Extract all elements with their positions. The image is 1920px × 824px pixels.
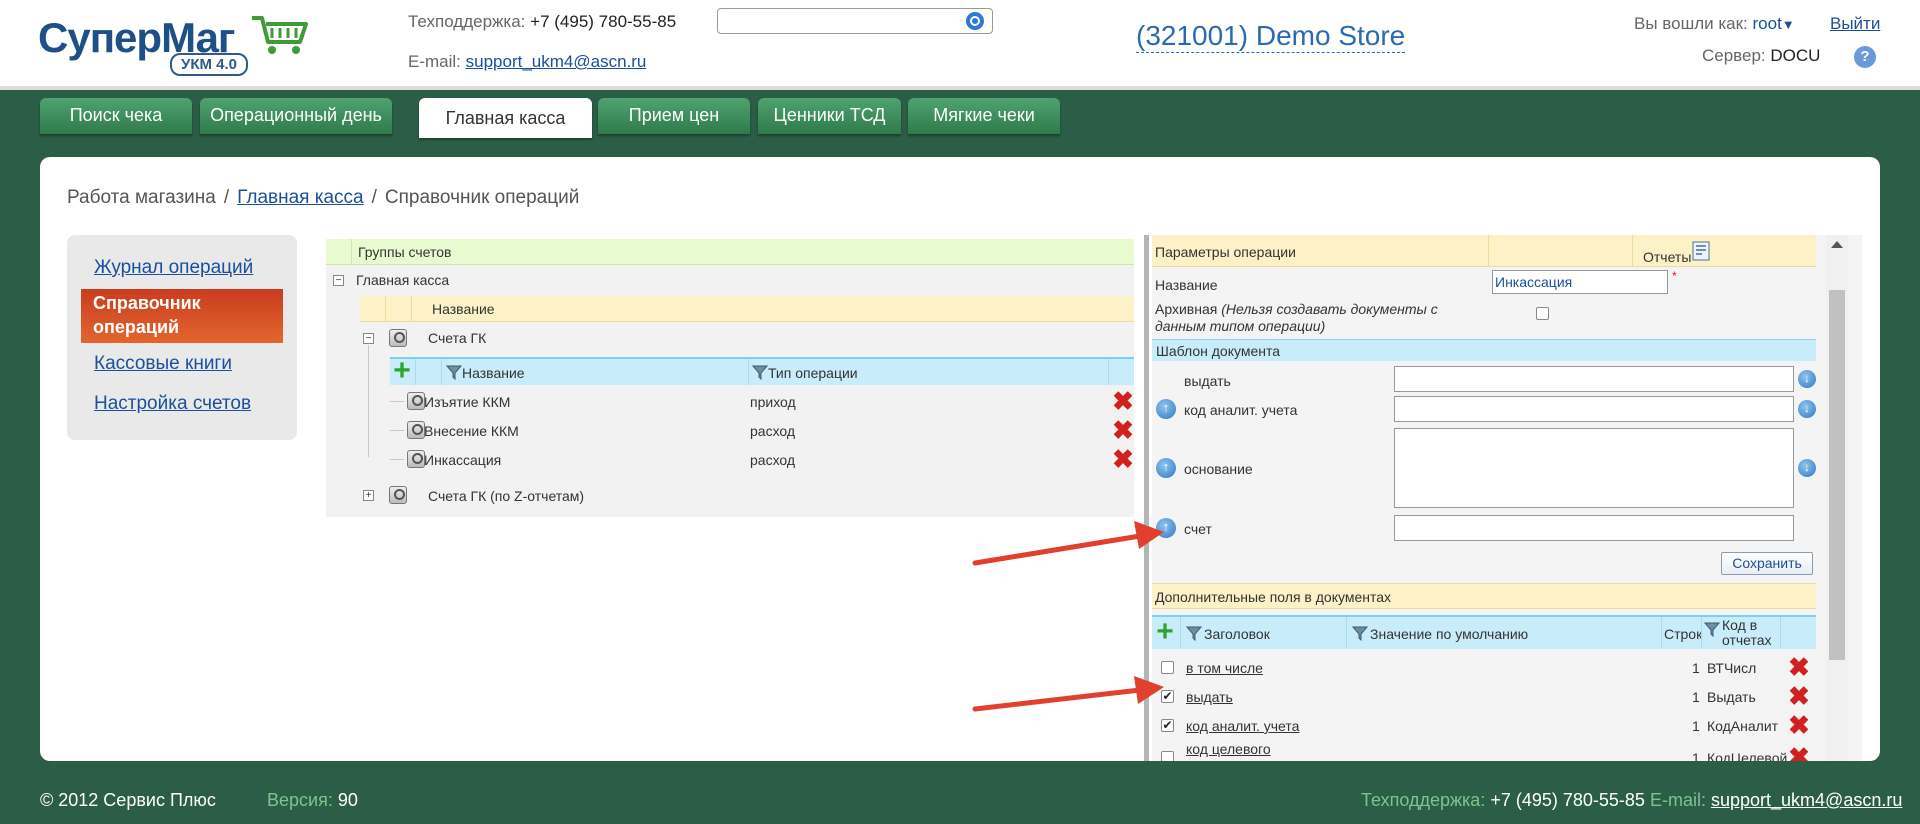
email-label: E-mail: xyxy=(408,52,461,71)
logout-link[interactable]: Выйти xyxy=(1830,14,1880,34)
user-name: root xyxy=(1752,14,1782,33)
server-name: DOCU xyxy=(1770,46,1821,65)
support-phone: +7 (495) 780-55-85 xyxy=(530,12,677,31)
tab-tsd-labels[interactable]: Ценники ТСД xyxy=(758,98,901,134)
email-link[interactable]: support_ukm4@ascn.ru xyxy=(466,52,647,71)
tab-operational-day[interactable]: Операционный день xyxy=(200,98,392,134)
footer-email-link[interactable]: support_ukm4@ascn.ru xyxy=(1711,790,1902,810)
tab-main-cash[interactable]: Главная касса xyxy=(419,98,592,138)
footer-support-label: Техподдержка: xyxy=(1361,790,1486,810)
footer-email-label: E-mail: xyxy=(1649,790,1706,810)
main-panel: Работа магазина / Главная касса / Справочник… xyxy=(40,157,1880,761)
server-line: Сервер: DOCU xyxy=(1702,46,1820,66)
tab-receipt-search[interactable]: Поиск чека xyxy=(40,98,192,134)
annotation-arrows xyxy=(972,521,1164,712)
support-label: Техподдержка: xyxy=(408,12,526,31)
annotation-arrow-account xyxy=(972,521,1164,566)
search-icon[interactable] xyxy=(966,12,984,30)
annotation-arrow-issue xyxy=(972,676,1164,712)
user-menu[interactable]: root▼ xyxy=(1753,14,1795,33)
version: Версия: 90 xyxy=(267,790,358,811)
email-line: E-mail: support_ukm4@ascn.ru xyxy=(408,52,646,72)
copyright: © 2012 Сервис Плюс xyxy=(40,790,216,810)
store-selector[interactable]: (321001) Demo Store xyxy=(1136,20,1406,53)
header: СуперМаг УКМ 4.0 Техподдержка: +7 (495) … xyxy=(0,0,1920,90)
version-label: Версия: xyxy=(267,790,333,810)
server-label: Сервер: xyxy=(1702,46,1766,65)
search-input[interactable] xyxy=(717,8,993,34)
chevron-down-icon: ▼ xyxy=(1781,17,1795,32)
footer-support: Техподдержка: +7 (495) 780-55-85 E-mail:… xyxy=(1361,790,1902,811)
help-icon[interactable]: ? xyxy=(1854,46,1876,68)
logo-badge: УКМ 4.0 xyxy=(170,53,249,76)
footer-support-phone: +7 (495) 780-55-85 xyxy=(1490,790,1645,810)
support-line: Техподдержка: +7 (495) 780-55-85 xyxy=(408,12,676,32)
logo-main: Супер xyxy=(38,14,162,61)
login-line: Вы вошли как: root▼ xyxy=(1634,14,1795,34)
version-value: 90 xyxy=(337,790,358,810)
footer: © 2012 Сервис Плюс Версия: 90 Техподдерж… xyxy=(0,780,1920,824)
cart-icon xyxy=(252,16,308,54)
login-label: Вы вошли как: xyxy=(1634,14,1748,33)
logo[interactable]: СуперМаг УКМ 4.0 xyxy=(38,10,318,80)
tab-soft-receipts[interactable]: Мягкие чеки xyxy=(908,98,1060,134)
tab-price-receive[interactable]: Прием цен xyxy=(598,98,750,134)
